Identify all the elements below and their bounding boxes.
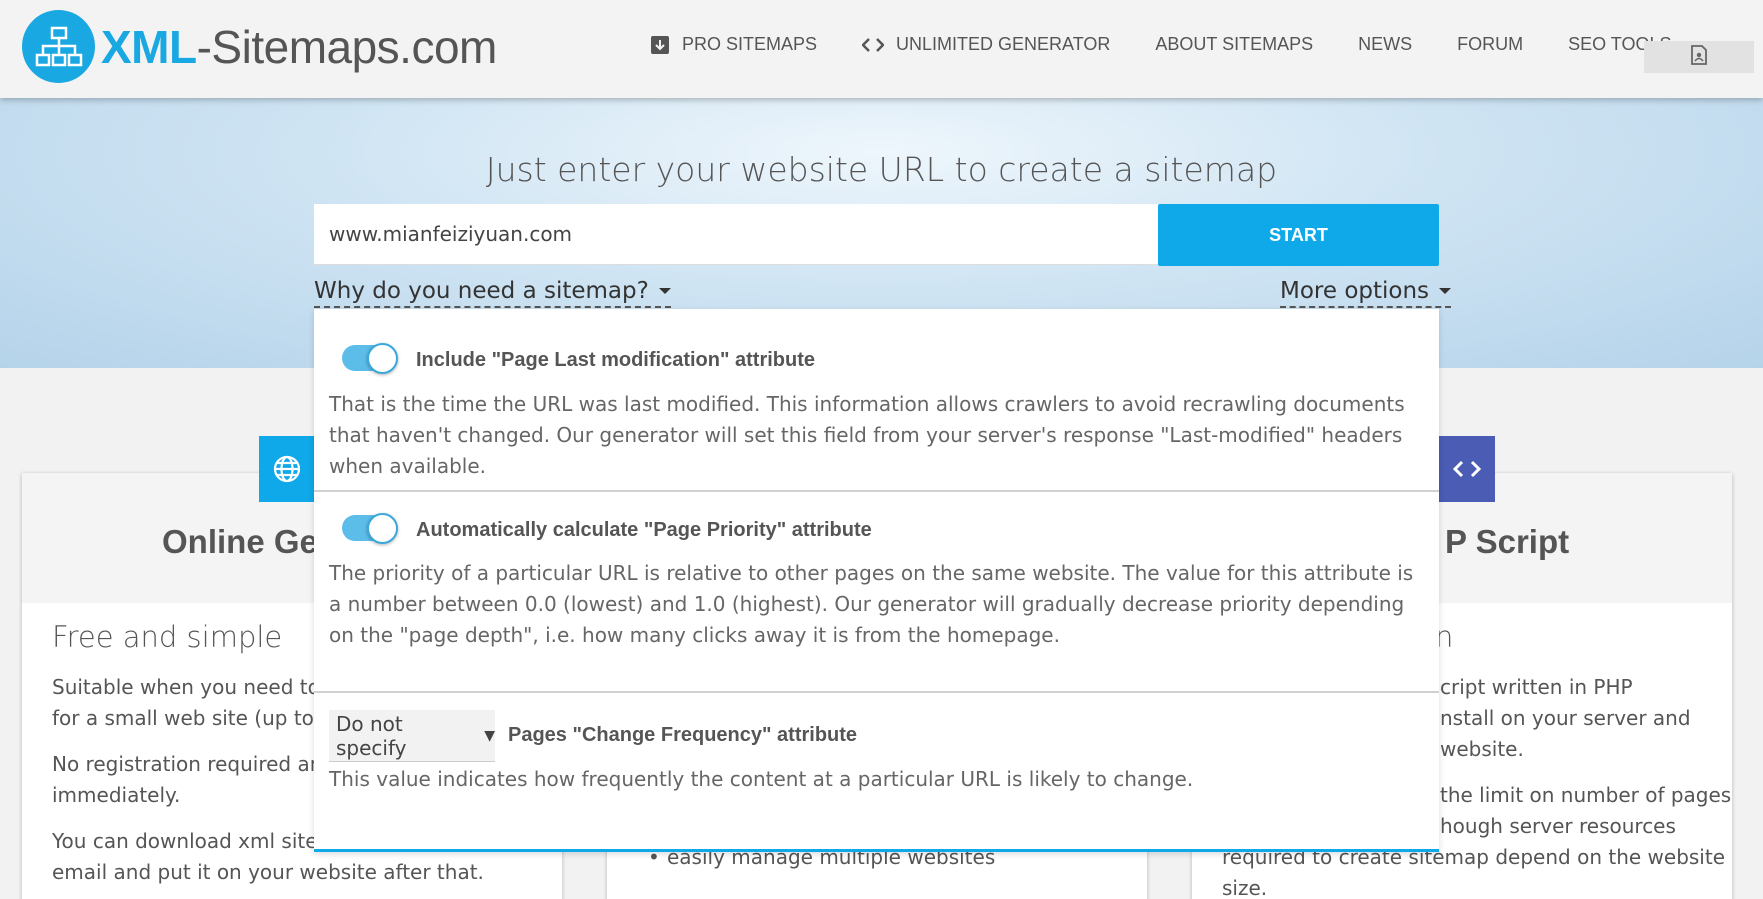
card-title: Online Ge	[162, 523, 318, 560]
login-button[interactable]	[1644, 41, 1754, 73]
more-options-panel: Include "Page Last modification" attribu…	[314, 309, 1439, 852]
logo-text-domain: -Sitemaps.com	[196, 20, 498, 73]
caret-down-icon	[1439, 288, 1452, 294]
code-brackets-icon	[862, 37, 885, 53]
card-text: size.	[1222, 876, 1268, 899]
nav-label: NEWS	[1358, 34, 1413, 54]
why-sitemap-label: Why do you need a sitemap?	[314, 278, 649, 304]
card-subtitle: Free and simple	[52, 620, 283, 654]
toggle-knob	[367, 343, 398, 374]
caret-down-icon	[658, 288, 671, 294]
nav-about-sitemaps[interactable]: ABOUT SITEMAPS	[1155, 34, 1313, 55]
card-text: You can download xml sitem	[52, 829, 338, 853]
card-text: the limit on number of pages	[1440, 783, 1732, 807]
user-document-icon	[1690, 44, 1708, 71]
more-options-label: More options	[1280, 278, 1430, 304]
card-text: email and put it on your website after t…	[52, 860, 484, 884]
page-priority-label: Automatically calculate "Page Priority" …	[416, 519, 872, 541]
last-modification-description: That is the time the URL was last modifi…	[329, 392, 1405, 478]
change-frequency-label: Pages "Change Frequency" attribute	[508, 724, 858, 746]
change-frequency-select[interactable]: Do not specify ▼	[329, 710, 495, 762]
logo-text: XML-Sitemaps.com	[101, 20, 497, 74]
dropdown-arrow-icon: ▼	[484, 727, 495, 744]
page-priority-toggle[interactable]	[342, 513, 398, 544]
nav-label: ABOUT SITEMAPS	[1155, 34, 1314, 54]
hero-title: Just enter your website URL to create a …	[485, 150, 1278, 189]
site-header: XML-Sitemaps.com PRO SITEMAPS UNLIMITED …	[0, 0, 1763, 98]
nav-news[interactable]: NEWS	[1358, 34, 1412, 55]
nav-pro-sitemaps[interactable]: PRO SITEMAPS	[650, 34, 817, 55]
code-icon	[1439, 436, 1495, 502]
page-priority-description: The priority of a particular URL is rela…	[329, 561, 1414, 647]
last-modification-toggle[interactable]	[342, 343, 398, 374]
card-text: nstall on your server and	[1440, 706, 1691, 730]
toggle-knob	[367, 513, 398, 544]
start-button[interactable]: START	[1158, 204, 1439, 266]
nav-unlimited-generator[interactable]: UNLIMITED GENERATOR	[862, 34, 1110, 55]
nav-label: FORUM	[1457, 34, 1524, 54]
card-text: cript written in PHP	[1440, 675, 1633, 699]
globe-icon	[259, 436, 315, 502]
main-nav: PRO SITEMAPS UNLIMITED GENERATOR ABOUT S…	[650, 34, 1716, 55]
why-sitemap-link[interactable]: Why do you need a sitemap?	[314, 278, 671, 308]
nav-forum[interactable]: FORUM	[1457, 34, 1523, 55]
card-text: immediately.	[52, 783, 181, 807]
card-text: No registration required and	[52, 752, 336, 776]
card-title: P Script	[1445, 523, 1570, 560]
card-text: Suitable when you need to qu	[52, 675, 352, 699]
nav-label: PRO SITEMAPS	[682, 34, 818, 54]
last-modification-label: Include "Page Last modification" attribu…	[416, 349, 816, 371]
site-logo[interactable]: XML-Sitemaps.com	[22, 10, 497, 83]
card-text: website.	[1440, 737, 1524, 761]
sitemap-tree-icon	[22, 10, 95, 83]
card-text: for a small web site (up to 50	[52, 706, 346, 730]
more-options-link[interactable]: More options	[1280, 278, 1452, 308]
change-frequency-description: This value indicates how frequently the …	[329, 767, 1194, 791]
website-url-input[interactable]	[314, 204, 1159, 265]
logo-text-xml: XML	[101, 20, 197, 73]
divider	[314, 691, 1439, 693]
change-frequency-value: Do not specify	[336, 711, 407, 760]
card-text: hough server resources	[1440, 814, 1676, 838]
divider	[314, 490, 1439, 492]
archive-box-icon	[650, 35, 670, 55]
nav-label: UNLIMITED GENERATOR	[896, 34, 1111, 54]
